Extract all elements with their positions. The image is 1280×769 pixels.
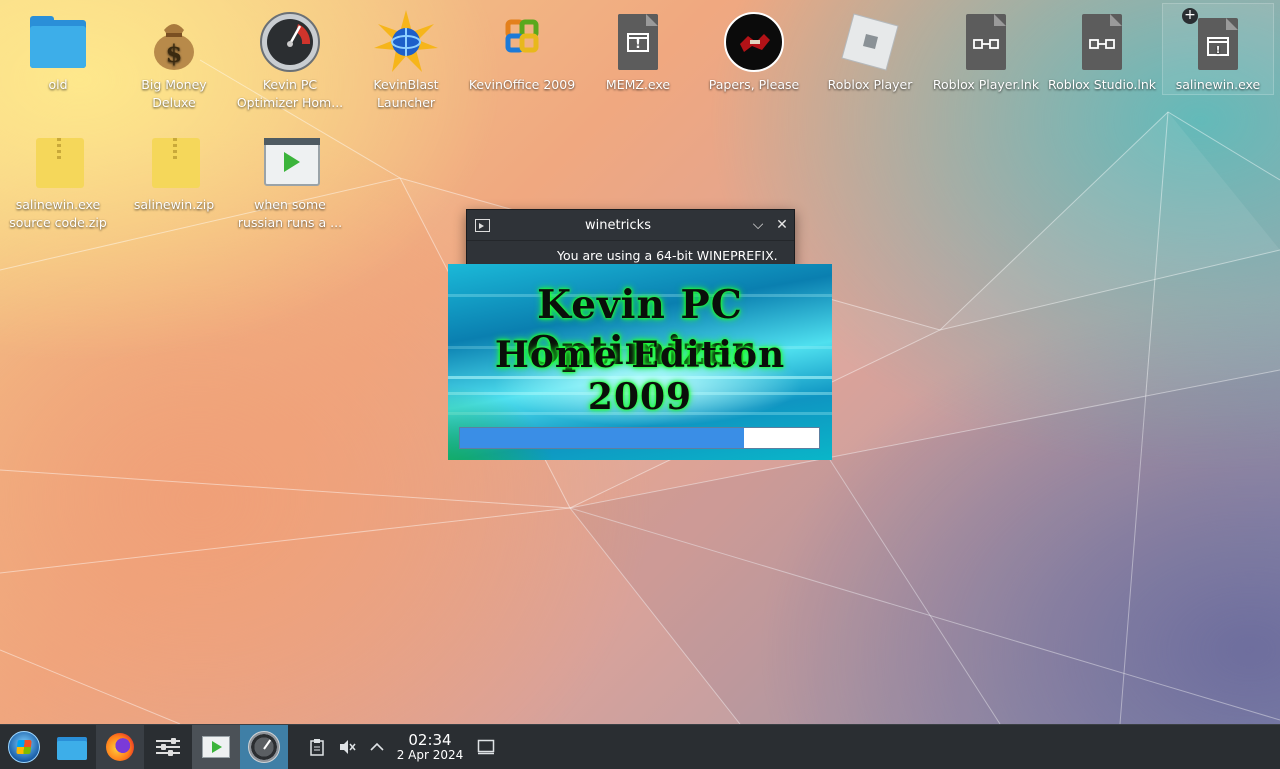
close-icon[interactable]: ✕ <box>770 217 794 233</box>
splash-title-line2: Home Edition 2009 <box>494 334 786 418</box>
app-menu-icon[interactable] <box>475 218 490 232</box>
clock-date: 2 Apr 2024 <box>396 747 464 762</box>
taskbar: 02:34 2 Apr 2024 <box>0 724 1280 769</box>
volume-muted-icon[interactable] <box>332 725 362 769</box>
exe-mark: ! <box>635 37 641 52</box>
desktop-icon-roblox-studio-lnk[interactable]: Roblox Studio.lnk <box>1047 4 1157 94</box>
desktop-icon-big-money-deluxe[interactable]: $ Big Money Deluxe <box>119 4 229 112</box>
digital-clock[interactable]: 02:34 2 Apr 2024 <box>394 732 466 763</box>
desktop-icon-label: KevinBlast Launcher <box>373 77 439 110</box>
clipboard-icon[interactable] <box>302 725 332 769</box>
firefox-icon <box>106 733 134 761</box>
desktop-icon-label: Roblox Studio.lnk <box>1047 77 1156 92</box>
system-tray: 02:34 2 Apr 2024 <box>302 725 506 769</box>
settings-sliders-icon <box>156 737 180 757</box>
desktop-icon-papers-please[interactable]: Papers, Please <box>699 4 809 94</box>
video-file-icon <box>258 130 322 194</box>
folder-icon <box>57 734 87 760</box>
window-title: winetricks <box>585 217 651 233</box>
gauge-icon <box>248 731 280 763</box>
desktop-icon-label: KevinOffice 2009 <box>468 77 576 92</box>
taskbar-kevin-pc-optimizer[interactable] <box>240 725 288 769</box>
show-desktop-icon <box>477 739 495 755</box>
taskbar-system-settings[interactable] <box>144 725 192 769</box>
desktop-icon-memz[interactable]: ! MEMZ.exe <box>583 4 693 94</box>
desktop-icon-old[interactable]: old <box>3 4 113 94</box>
add-selection-icon[interactable]: + <box>1182 8 1198 24</box>
winetricks-message: You are using a 64-bit WINEPREFIX. <box>557 247 778 263</box>
desktop-icon-label: Kevin PC Optimizer Hom... <box>236 77 344 110</box>
desktop-icon-label: salinewin.exe <box>1175 77 1261 92</box>
desktop-icon-label: salinewin.exe source code.zip <box>9 197 107 230</box>
winetricks-window[interactable]: winetricks ⌵ ✕ You are using a 64-bit WI… <box>466 209 795 271</box>
folder-icon <box>26 10 90 74</box>
video-player-icon <box>202 736 230 758</box>
taskbar-media-player[interactable] <box>192 725 240 769</box>
splash-progress-bar <box>459 427 820 449</box>
taskbar-file-manager[interactable] <box>48 725 96 769</box>
desktop-icon-salinewin-zip[interactable]: salinewin.zip <box>119 124 229 214</box>
minimize-chevron-icon[interactable]: ⌵ <box>746 217 770 233</box>
desktop-icon-salinewin-source-zip[interactable]: salinewin.exe source code.zip <box>3 124 113 232</box>
exe-file-icon: ! <box>606 10 670 74</box>
link-file-icon <box>1070 10 1134 74</box>
gauge-icon <box>258 10 322 74</box>
desktop-icon-label: Papers, Please <box>708 77 800 92</box>
clock-time: 02:34 <box>408 730 452 749</box>
desktop-icon-label: when some russian runs a ... <box>237 197 343 230</box>
winetricks-titlebar[interactable]: winetricks ⌵ ✕ <box>467 210 794 241</box>
desktop-icon-roblox-player[interactable]: Roblox Player <box>815 4 925 94</box>
desktop-icon-russian-video[interactable]: when some russian runs a ... <box>235 124 345 232</box>
desktop-icon-kevinoffice-2009[interactable]: KevinOffice 2009 <box>467 4 577 94</box>
desktop-icon-label: Roblox Player <box>827 77 913 92</box>
exe-file-icon: ! + <box>1182 8 1250 74</box>
desktop-icon-salinewin-exe[interactable]: ! + salinewin.exe <box>1162 3 1274 95</box>
desktop-icon-roblox-player-lnk[interactable]: Roblox Player.lnk <box>931 4 1041 94</box>
chevron-up-icon[interactable] <box>362 725 392 769</box>
papers-please-icon <box>722 10 786 74</box>
money-bag-icon: $ <box>142 10 206 74</box>
zip-icon <box>142 130 206 194</box>
desktop-icon-label: salinewin.zip <box>133 197 215 212</box>
optimizer-splash: Kevin PC Optimizer Home Edition 2009 <box>448 264 832 460</box>
start-orb-icon <box>8 731 40 763</box>
office-logo-icon <box>490 10 554 74</box>
desktop-icon-label: old <box>48 77 68 92</box>
zip-icon <box>26 130 90 194</box>
roblox-icon <box>838 10 902 74</box>
desktop-icon-label: MEMZ.exe <box>605 77 671 92</box>
desktop-icon-kevin-pc-optimizer[interactable]: Kevin PC Optimizer Hom... <box>235 4 345 112</box>
taskbar-firefox[interactable] <box>96 725 144 769</box>
desktop-icon-label: Roblox Player.lnk <box>932 77 1040 92</box>
desktop-icon-kevinblast-launcher[interactable]: KevinBlast Launcher <box>351 4 461 112</box>
start-menu-button[interactable] <box>0 725 48 769</box>
svg-text:!: ! <box>1216 45 1221 56</box>
show-desktop-button[interactable] <box>466 725 506 769</box>
globe-burst-icon <box>374 10 438 74</box>
link-file-icon <box>954 10 1018 74</box>
splash-progress-fill <box>460 428 744 448</box>
desktop-icon-label: Big Money Deluxe <box>141 77 207 110</box>
svg-text:$: $ <box>166 39 183 68</box>
